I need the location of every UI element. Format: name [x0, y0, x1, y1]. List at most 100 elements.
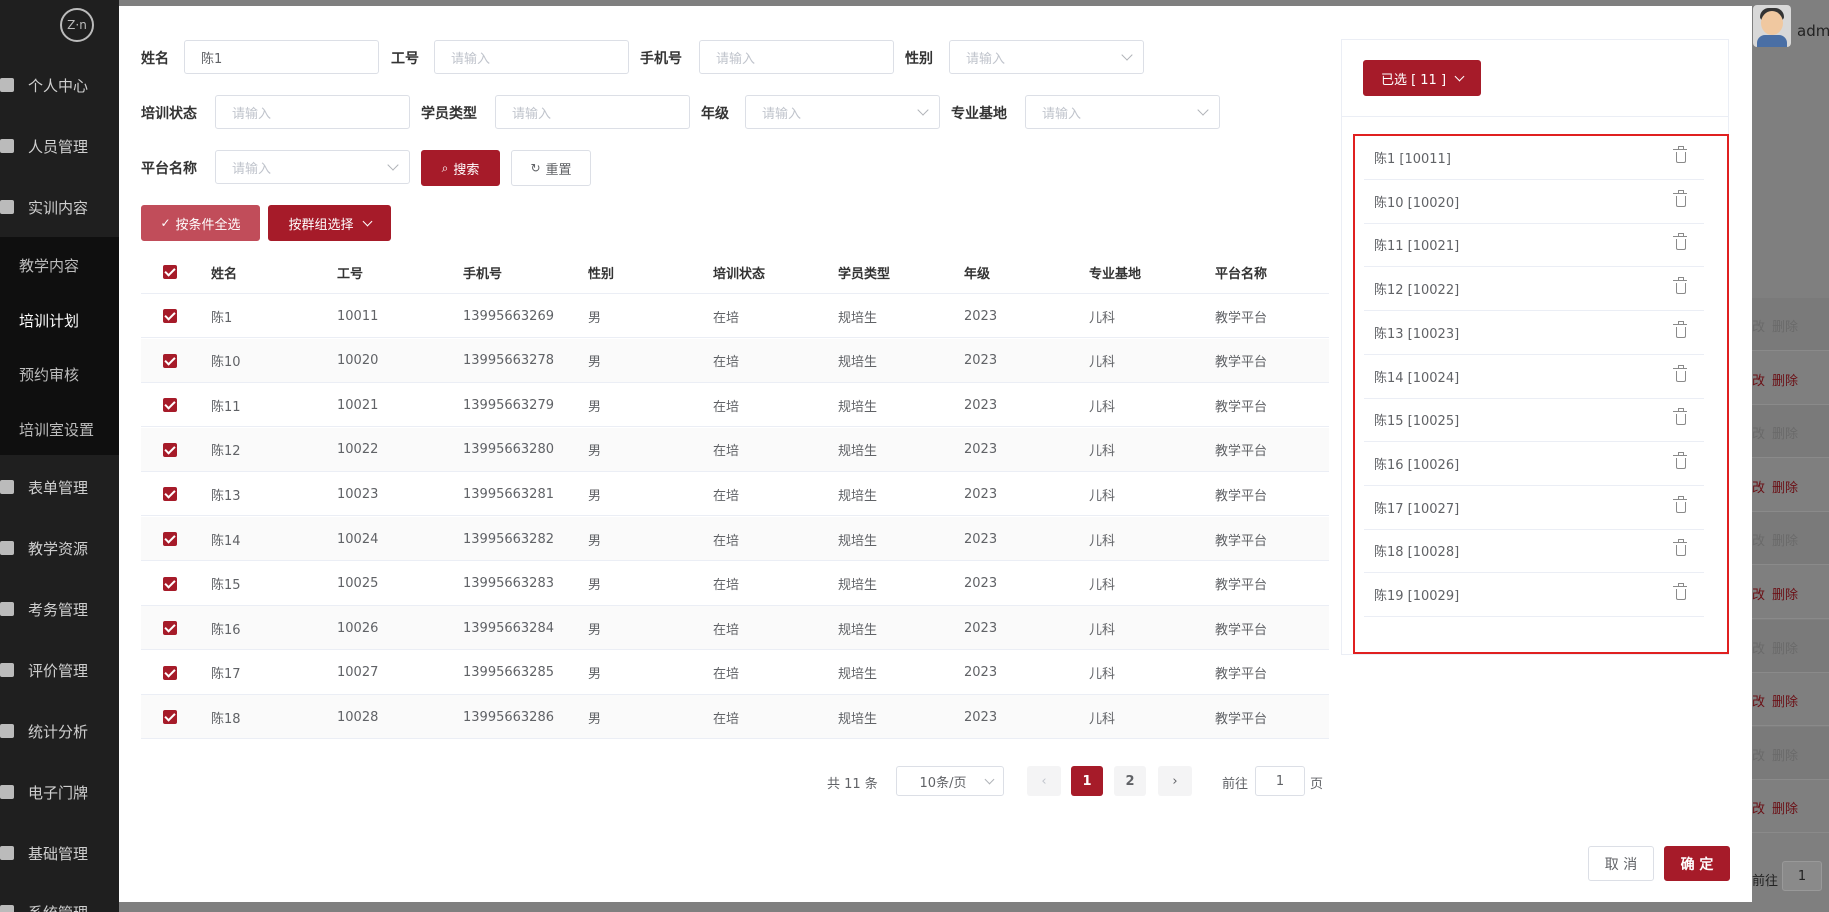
- submenu-item-booking-review[interactable]: 预约审核: [0, 356, 119, 392]
- sidebar-item-personnel[interactable]: 人员管理: [0, 128, 119, 164]
- table-row[interactable]: 陈18 10028 13995663286 男 在培 规培生 2023 儿科 教学平台: [141, 695, 1329, 740]
- bg-delete-link[interactable]: 删除: [1772, 530, 1798, 549]
- settings-icon: [0, 905, 14, 912]
- bg-edit-link[interactable]: 改: [1752, 798, 1765, 817]
- cell-type: 规培生: [838, 310, 878, 326]
- bg-delete-link[interactable]: 删除: [1772, 638, 1798, 657]
- bg-delete-link[interactable]: 删除: [1772, 691, 1798, 710]
- select-all-button-label: 按条件全选: [175, 217, 241, 233]
- bg-edit-link[interactable]: 改: [1752, 745, 1765, 764]
- row-checkbox[interactable]: [163, 665, 177, 680]
- select-by-group-button[interactable]: 按群组选择: [268, 205, 391, 241]
- select-all-checkbox[interactable]: [163, 265, 177, 279]
- submenu-item-training-plan[interactable]: 培训计划: [0, 302, 119, 338]
- type-input[interactable]: 请输入: [495, 95, 690, 129]
- confirm-button[interactable]: 确 定: [1664, 846, 1730, 881]
- column-header-platform: 平台名称: [1215, 266, 1268, 282]
- row-checkbox[interactable]: [163, 576, 177, 591]
- sidebar-item-evaluation[interactable]: 评价管理: [0, 652, 119, 688]
- gender-select[interactable]: 请输入: [949, 40, 1144, 74]
- bg-edit-link[interactable]: 改: [1752, 691, 1765, 710]
- selected-count-button[interactable]: 已选 [ 11 ]: [1363, 60, 1481, 96]
- row-checkbox[interactable]: [163, 487, 177, 502]
- sidebar-item-door-sign[interactable]: 电子门牌: [0, 774, 119, 810]
- cell-id: 10028: [337, 709, 379, 725]
- bg-edit-link[interactable]: 改: [1752, 638, 1765, 657]
- row-checkbox[interactable]: [163, 710, 177, 725]
- bg-delete-link[interactable]: 删除: [1772, 477, 1798, 496]
- bg-edit-link[interactable]: 改: [1752, 584, 1765, 603]
- table-header-row: 姓名 工号 手机号 性别 培训状态 学员类型 年级 专业基地 平台名称: [141, 250, 1329, 294]
- goto-label: 前往: [1222, 777, 1249, 792]
- goto-page-input[interactable]: 1: [1255, 766, 1305, 796]
- cell-grade: 2023: [964, 353, 998, 369]
- table-row[interactable]: 陈10 10020 13995663278 男 在培 规培生 2023 儿科 教学平台: [141, 338, 1329, 383]
- table-row[interactable]: 陈11 10021 13995663279 男 在培 规培生 2023 儿科 教学平台: [141, 383, 1329, 428]
- status-input[interactable]: 请输入: [215, 95, 410, 129]
- page-1-button[interactable]: 1: [1071, 766, 1103, 796]
- row-checkbox[interactable]: [163, 532, 177, 546]
- base-label: 专业基地: [951, 106, 1007, 122]
- select-all-by-condition-button[interactable]: ✓ 按条件全选: [141, 205, 260, 241]
- table-row[interactable]: 陈17 10027 13995663285 男 在培 规培生 2023 儿科 教学平台: [141, 651, 1329, 695]
- placeholder: 请输入: [966, 51, 1006, 67]
- reset-button[interactable]: ↻ 重置: [511, 150, 591, 186]
- sidebar: Z·n 个人中心 人员管理 实训内容 教学内容 培训计划 预约审核 培训室设置 …: [0, 0, 119, 912]
- bg-delete-link[interactable]: 删除: [1772, 316, 1798, 335]
- next-page-button[interactable]: ›: [1158, 766, 1192, 796]
- sidebar-item-training-content[interactable]: 实训内容: [0, 189, 119, 225]
- prev-page-button[interactable]: ‹: [1027, 766, 1061, 796]
- cell-status: 在培: [713, 533, 740, 549]
- bg-edit-link[interactable]: 改: [1752, 477, 1765, 496]
- sidebar-item-exams[interactable]: 考务管理: [0, 591, 119, 627]
- table-row[interactable]: 陈1 10011 13995663269 男 在培 规培生 2023 儿科 教学平台: [141, 294, 1329, 338]
- bg-edit-link[interactable]: 改: [1752, 316, 1765, 335]
- cell-id: 10026: [337, 620, 379, 636]
- page-2-button[interactable]: 2: [1114, 766, 1146, 796]
- sidebar-item-forms[interactable]: 表单管理: [0, 469, 119, 505]
- table-row[interactable]: 陈16 10026 13995663284 男 在培 规培生 2023 儿科 教学平台: [141, 606, 1329, 651]
- bg-goto-input[interactable]: 1: [1782, 861, 1822, 891]
- column-header-name: 姓名: [211, 266, 238, 282]
- row-checkbox[interactable]: [163, 398, 177, 413]
- grade-select[interactable]: 请输入: [745, 95, 940, 129]
- user-name[interactable]: adm: [1797, 22, 1829, 40]
- bg-delete-link[interactable]: 删除: [1772, 745, 1798, 764]
- sidebar-item-statistics[interactable]: 统计分析: [0, 713, 119, 749]
- bg-edit-link[interactable]: 改: [1752, 423, 1765, 442]
- base-select[interactable]: 请输入: [1025, 95, 1220, 129]
- submenu-item-room-settings[interactable]: 培训室设置: [0, 411, 119, 447]
- row-checkbox[interactable]: [163, 442, 177, 457]
- name-input[interactable]: 陈1: [184, 40, 379, 74]
- table-row[interactable]: 陈15 10025 13995663283 男 在培 规培生 2023 儿科 教学平台: [141, 562, 1329, 606]
- sidebar-item-personal-center[interactable]: 个人中心: [0, 67, 119, 103]
- platform-select[interactable]: 请输入: [215, 150, 410, 184]
- monitor-icon: [0, 785, 14, 799]
- table-row[interactable]: 陈14 10024 13995663282 男 在培 规培生 2023 儿科 教学平台: [141, 517, 1329, 561]
- page-size-select[interactable]: 10条/页: [896, 766, 1004, 796]
- bg-edit-link[interactable]: 改: [1752, 370, 1765, 389]
- sidebar-item-base-management[interactable]: 基础管理: [0, 835, 119, 871]
- row-checkbox[interactable]: [163, 353, 177, 368]
- avatar[interactable]: [1753, 5, 1791, 47]
- chart-icon: [0, 724, 14, 738]
- bg-delete-link[interactable]: 删除: [1772, 798, 1798, 817]
- bg-delete-link[interactable]: 删除: [1772, 423, 1798, 442]
- cancel-button[interactable]: 取 消: [1588, 846, 1654, 881]
- search-button[interactable]: ⌕ 搜索: [421, 150, 500, 186]
- bg-delete-link[interactable]: 删除: [1772, 584, 1798, 603]
- phone-input[interactable]: 请输入: [699, 40, 894, 74]
- row-checkbox[interactable]: [163, 621, 177, 636]
- table-row[interactable]: 陈13 10023 13995663281 男 在培 规培生 2023 儿科 教学平台: [141, 472, 1329, 517]
- table-row[interactable]: 陈12 10022 13995663280 男 在培 规培生 2023 儿科 教学平台: [141, 427, 1329, 472]
- sidebar-item-system[interactable]: 系统管理: [0, 894, 119, 912]
- background-row: 改删除: [1752, 459, 1829, 512]
- id-input[interactable]: 请输入: [434, 40, 629, 74]
- bg-edit-link[interactable]: 改: [1752, 530, 1765, 549]
- submenu-item-teaching-content[interactable]: 教学内容: [0, 247, 119, 283]
- cell-base: 儿科: [1089, 399, 1116, 415]
- sidebar-item-resources[interactable]: 教学资源: [0, 530, 119, 566]
- sidebar-item-label: 表单管理: [28, 478, 89, 497]
- bg-delete-link[interactable]: 删除: [1772, 370, 1798, 389]
- row-checkbox[interactable]: [163, 309, 177, 323]
